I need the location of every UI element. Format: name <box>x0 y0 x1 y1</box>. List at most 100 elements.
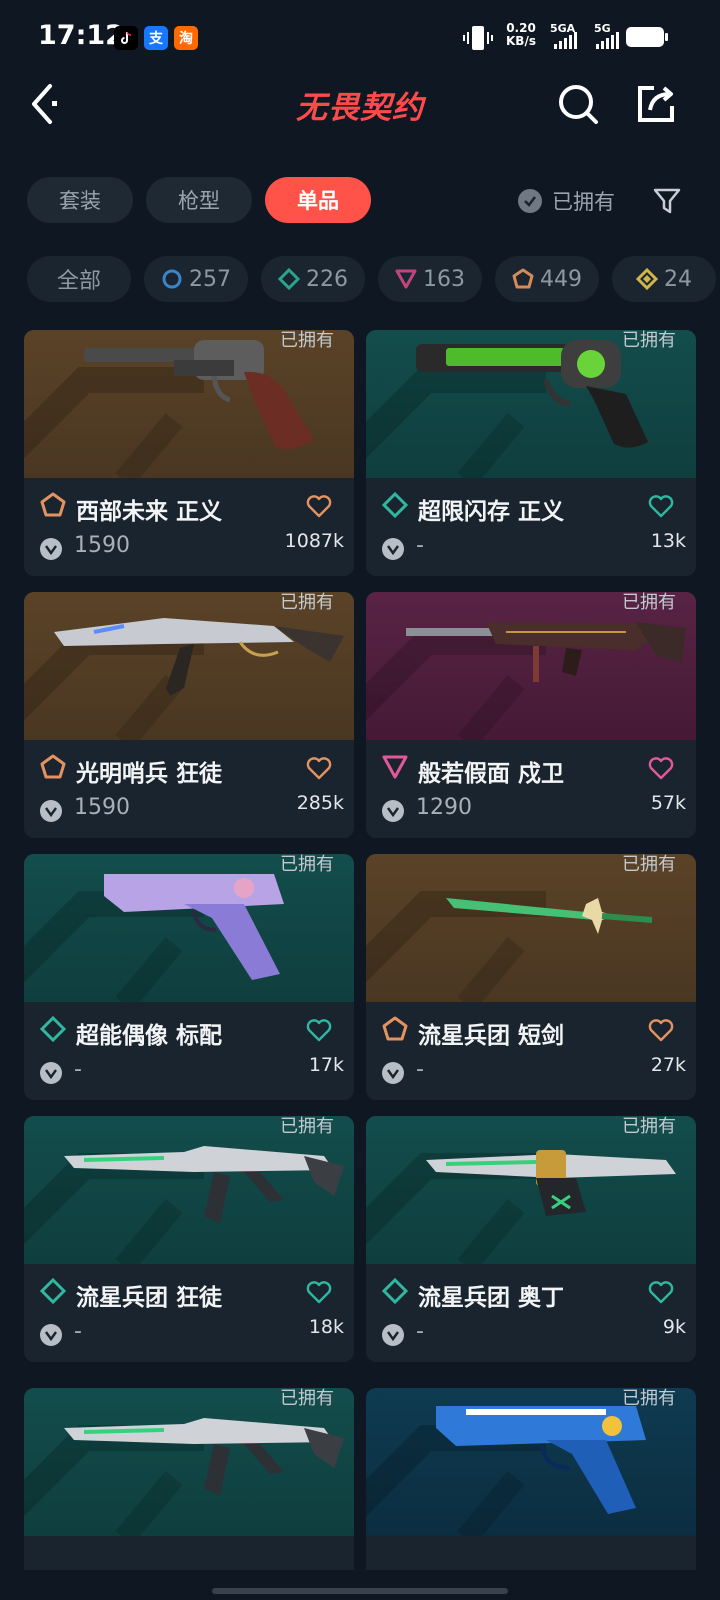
owned-badge: 已拥有 <box>280 854 334 875</box>
signal-icon <box>596 32 619 49</box>
skin-image: 已拥有 <box>366 330 696 478</box>
skin-card[interactable]: 已拥有 超限闪存 正义 - 13k <box>366 330 696 576</box>
skin-info: 般若假面 戍卫 1290 57k <box>366 740 696 838</box>
ultra-tier-icon <box>636 268 658 290</box>
owned-badge: 已拥有 <box>622 1116 676 1137</box>
chip-ultra-tier[interactable]: 24 <box>612 256 716 302</box>
skin-card[interactable]: 已拥有 光明哨兵 狂徒 1590 285k <box>24 592 354 838</box>
vp-currency-icon <box>40 538 62 560</box>
owned-filter-toggle[interactable]: 已拥有 <box>518 186 615 216</box>
chip-exclusive-tier[interactable]: 449 <box>495 256 599 302</box>
vp-currency-icon <box>382 1324 404 1346</box>
exclusive-tier-icon <box>40 754 66 779</box>
like-count: 9k <box>662 1316 686 1338</box>
skin-card[interactable]: 已拥有流星兵团 狂徒 - 18k <box>24 1116 354 1362</box>
skin-image: 已拥有 <box>24 592 354 740</box>
page-title: 无畏契约 <box>296 90 424 126</box>
heart-icon[interactable] <box>648 494 674 518</box>
tab-single-items[interactable]: 单品 <box>265 177 371 223</box>
like-count: 27k <box>650 1054 686 1076</box>
skin-image: 已拥有 <box>366 1388 696 1536</box>
vp-currency-icon <box>382 800 404 822</box>
skin-price: 1590 <box>74 533 130 558</box>
owned-badge: 已拥有 <box>280 330 334 351</box>
like-count: 13k <box>650 530 686 552</box>
like-count: 18k <box>308 1316 344 1338</box>
heart-icon[interactable] <box>648 756 674 780</box>
like-count: 17k <box>308 1054 344 1076</box>
deluxe-tier-icon <box>40 1278 66 1304</box>
search-icon[interactable] <box>556 82 600 126</box>
skin-price: - <box>416 1319 424 1344</box>
skin-card[interactable]: 已拥有般若假面 戍卫 1290 57k <box>366 592 696 838</box>
skin-name: 流星兵团 短剑 <box>418 1023 565 1049</box>
premium-tier-icon <box>395 269 417 289</box>
skin-card[interactable]: 已拥有 西部未来 正义 1590 1087k <box>24 330 354 576</box>
like-count: 1087k <box>284 530 344 552</box>
skin-card[interactable]: 已拥有 <box>366 1388 696 1570</box>
deluxe-tier-icon <box>278 268 300 290</box>
heart-icon[interactable] <box>648 1280 674 1304</box>
heart-icon[interactable] <box>306 1280 332 1304</box>
deluxe-tier-icon <box>382 492 408 518</box>
skin-name: 般若假面 戍卫 <box>418 761 565 787</box>
owned-badge: 已拥有 <box>622 330 676 351</box>
premium-tier-icon <box>382 755 408 779</box>
heart-icon[interactable] <box>648 1018 674 1042</box>
heart-icon[interactable] <box>306 756 332 780</box>
vp-currency-icon <box>40 1324 62 1346</box>
heart-icon[interactable] <box>306 494 332 518</box>
chip-all[interactable]: 全部 <box>27 256 131 302</box>
skin-info: 流星兵团 奥丁 - 9k <box>366 1264 696 1362</box>
skin-image: 已拥有 <box>366 1116 696 1264</box>
taobao-icon: 淘 <box>174 26 198 50</box>
filter-icon[interactable] <box>652 186 682 216</box>
deluxe-tier-icon <box>382 1278 408 1304</box>
skin-price: - <box>416 533 424 558</box>
owned-badge: 已拥有 <box>280 1388 334 1409</box>
heart-icon[interactable] <box>306 1018 332 1042</box>
skin-price: - <box>416 1057 424 1082</box>
skin-price: - <box>74 1319 82 1344</box>
skin-card[interactable]: 已拥有超能偶像 标配 - 17k <box>24 854 354 1100</box>
tiktok-icon <box>114 26 138 50</box>
tab-sets[interactable]: 套装 <box>27 177 133 223</box>
skin-price: - <box>74 1057 82 1082</box>
owned-badge: 已拥有 <box>622 592 676 613</box>
deluxe-tier-icon <box>40 1016 66 1042</box>
skin-name: 流星兵团 狂徒 <box>76 1285 223 1311</box>
exclusive-tier-icon <box>40 492 66 517</box>
skin-price: 1290 <box>416 795 472 820</box>
home-indicator[interactable] <box>212 1588 508 1594</box>
owned-badge: 已拥有 <box>622 1388 676 1409</box>
check-icon <box>518 189 542 213</box>
skin-name: 超能偶像 标配 <box>76 1023 223 1049</box>
skin-card[interactable]: 已拥有 <box>24 1388 354 1570</box>
alipay-icon: 支 <box>144 26 168 50</box>
skin-info: 光明哨兵 狂徒 1590 285k <box>24 740 354 838</box>
skin-card[interactable]: 已拥有 流星兵团 奥丁 - 9k <box>366 1116 696 1362</box>
skin-info: 超限闪存 正义 - 13k <box>366 478 696 576</box>
vp-currency-icon <box>40 800 62 822</box>
skin-image: 已拥有 <box>24 1116 354 1264</box>
status-bar: 17:12 支 淘 0.20 KB/s 5GA 5G <box>0 0 720 74</box>
chip-select-tier[interactable]: 257 <box>144 256 248 302</box>
vp-currency-icon <box>382 1062 404 1084</box>
vibrate-icon <box>463 26 493 50</box>
chip-deluxe-tier[interactable]: 226 <box>261 256 365 302</box>
like-count: 57k <box>650 792 686 814</box>
skin-card[interactable]: 已拥有 流星兵团 短剑 - 27k <box>366 854 696 1100</box>
battery-icon <box>626 27 668 47</box>
skin-image: 已拥有 <box>24 330 354 478</box>
skin-image: 已拥有 <box>24 1388 354 1536</box>
share-icon[interactable] <box>634 82 678 126</box>
skin-name: 光明哨兵 狂徒 <box>76 761 223 787</box>
skin-image: 已拥有 <box>24 854 354 1002</box>
skin-info: 流星兵团 短剑 - 27k <box>366 1002 696 1100</box>
exclusive-tier-icon <box>382 1016 408 1041</box>
skin-info: 西部未来 正义 1590 1087k <box>24 478 354 576</box>
tab-weapon-types[interactable]: 枪型 <box>146 177 252 223</box>
chip-premium-tier[interactable]: 163 <box>378 256 482 302</box>
vp-currency-icon <box>40 1062 62 1084</box>
owned-badge: 已拥有 <box>280 1116 334 1137</box>
